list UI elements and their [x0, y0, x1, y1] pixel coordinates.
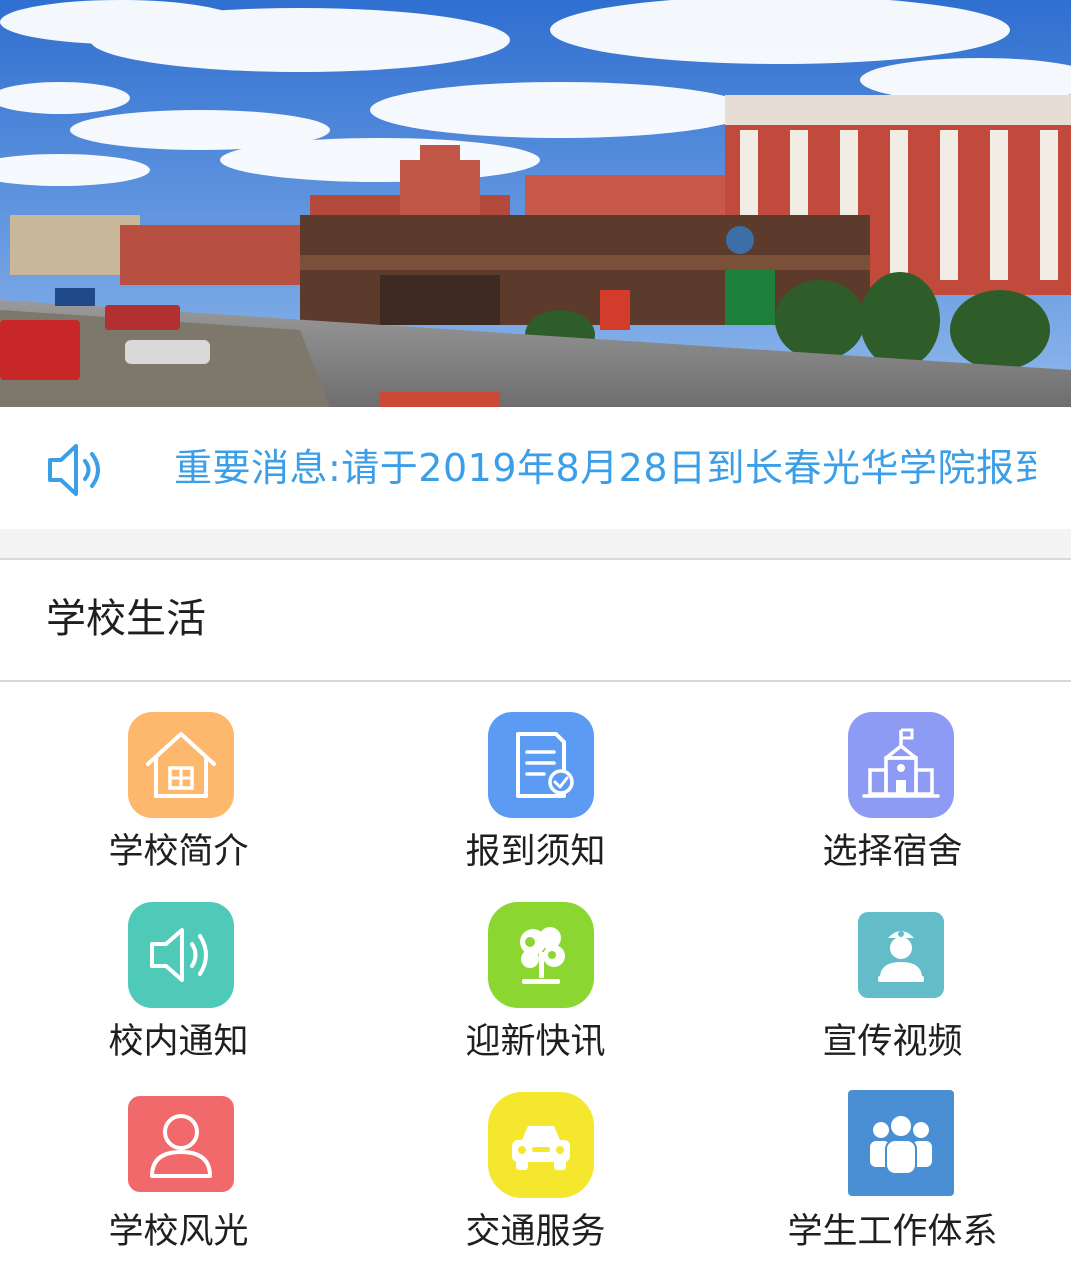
document-check-icon — [488, 712, 594, 818]
section-title: 学校生活 — [46, 596, 206, 642]
speaker-icon — [128, 902, 234, 1008]
section-divider — [0, 529, 1071, 560]
tree-icon — [488, 902, 594, 1008]
graduate-icon — [858, 912, 944, 998]
menu-item-campus-notice[interactable]: 校内通知 — [0, 872, 357, 1062]
menu-item-label: 学校风光 — [108, 1212, 249, 1252]
section-header: 学校生活 — [0, 560, 1071, 682]
notice-bar[interactable]: 重要消息:请于2019年8月28日到长春光华学院报到 — [0, 407, 1071, 529]
menu-item-transport-service[interactable]: 交通服务 — [357, 1062, 714, 1252]
menu-item-label: 校内通知 — [108, 1022, 249, 1062]
group-icon — [848, 1090, 954, 1196]
menu-item-promo-video[interactable]: 宣传视频 — [714, 872, 1071, 1062]
speaker-icon — [44, 437, 110, 503]
menu-grid: 学校简介 报到须知 选择宿舍 校内通知 迎新快讯 宣传视频 学校风光 交通服务 … — [0, 682, 1071, 1281]
hero-banner — [0, 0, 1071, 407]
menu-item-student-work-system[interactable]: 学生工作体系 — [714, 1062, 1071, 1252]
house-icon — [128, 712, 234, 818]
menu-item-label: 学校简介 — [108, 832, 249, 872]
menu-item-welcome-news[interactable]: 迎新快讯 — [357, 872, 714, 1062]
menu-item-label: 交通服务 — [465, 1212, 606, 1252]
notice-text: 重要消息:请于2019年8月28日到长春光华学院报到 — [174, 446, 1036, 490]
menu-item-label: 报到须知 — [465, 832, 606, 872]
notice-marquee[interactable]: 重要消息:请于2019年8月28日到长春光华学院报到 — [174, 437, 1036, 499]
school-building-icon — [848, 712, 954, 818]
menu-item-registration-notice[interactable]: 报到须知 — [357, 682, 714, 872]
menu-item-label: 选择宿舍 — [822, 832, 963, 872]
menu-item-school-scenery[interactable]: 学校风光 — [0, 1062, 357, 1252]
menu-item-label: 迎新快讯 — [465, 1022, 606, 1062]
menu-item-label: 宣传视频 — [822, 1022, 963, 1062]
person-icon — [128, 1096, 234, 1192]
menu-item-label: 学生工作体系 — [787, 1212, 998, 1252]
car-icon — [488, 1092, 594, 1198]
menu-item-school-intro[interactable]: 学校简介 — [0, 682, 357, 872]
campus-photo — [0, 0, 1071, 407]
menu-item-choose-dorm[interactable]: 选择宿舍 — [714, 682, 1071, 872]
